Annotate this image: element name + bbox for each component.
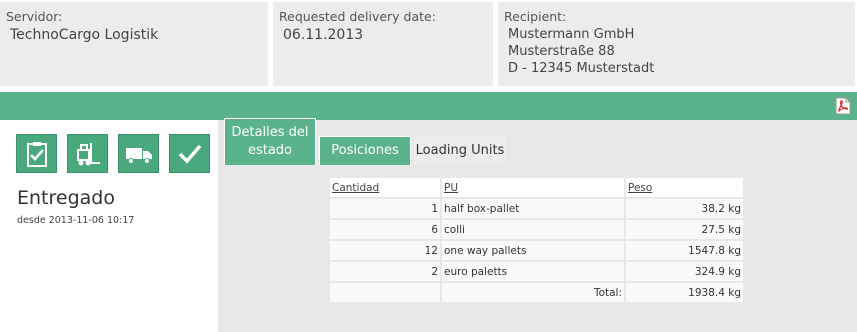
column-header-pu[interactable]: PU xyxy=(440,178,624,197)
servidor-box: Servidor: TechnoCargo Logistik xyxy=(0,2,268,86)
tab-posiciones[interactable]: Posiciones xyxy=(319,136,411,165)
tab-detalles-del-estado[interactable]: Detalles del estado xyxy=(224,118,316,165)
servidor-value: TechnoCargo Logistik xyxy=(10,27,159,43)
loading-units-table: Cantidad PU Peso 1 half box-pallet 38.2 … xyxy=(330,176,743,304)
cell-cantidad: 1 xyxy=(330,199,440,218)
cell-peso: 27.5 kg xyxy=(624,220,743,239)
status-timestamp: desde 2013-11-06 10:17 xyxy=(17,215,135,226)
clipboard-check-icon xyxy=(16,134,57,173)
column-header-peso[interactable]: Peso xyxy=(624,178,743,197)
recipient-line-street: Musterstraße 88 xyxy=(508,44,615,59)
table-header-row: Cantidad PU Peso xyxy=(330,178,743,197)
recipient-box: Recipient: Mustermann GmbH Musterstraße … xyxy=(498,2,855,86)
cell-cantidad: 12 xyxy=(330,241,440,260)
truck-icon xyxy=(118,134,159,173)
total-value: 1938.4 kg xyxy=(624,283,743,302)
cell-cantidad: 2 xyxy=(330,262,440,281)
section-band xyxy=(0,92,857,120)
status-title: Entregado xyxy=(17,187,115,209)
cell-cantidad: 6 xyxy=(330,220,440,239)
status-icon-row xyxy=(16,134,210,173)
status-panel: Entregado desde 2013-11-06 10:17 xyxy=(0,120,218,332)
cell-peso: 1547.8 kg xyxy=(624,241,743,260)
recipient-address: Mustermann GmbH Musterstraße 88 D - 1234… xyxy=(504,26,849,77)
cell-peso: 324.9 kg xyxy=(624,262,743,281)
delivery-date-label: Requested delivery date: xyxy=(279,9,436,24)
delivery-date-value: 06.11.2013 xyxy=(283,27,364,43)
cell-empty xyxy=(330,283,440,302)
cell-pu: euro paletts xyxy=(440,262,624,281)
table-total-row: Total: 1938.4 kg xyxy=(330,283,743,302)
servidor-label: Servidor: xyxy=(6,9,63,24)
pdf-icon[interactable] xyxy=(835,97,851,115)
table-row: 2 euro paletts 324.9 kg xyxy=(330,262,743,281)
checkmark-icon xyxy=(169,134,210,173)
recipient-line-city: D - 12345 Musterstadt xyxy=(508,61,655,76)
table-row: 6 colli 27.5 kg xyxy=(330,220,743,239)
delivery-date-box: Requested delivery date: 06.11.2013 xyxy=(273,2,493,86)
cell-pu: half box-pallet xyxy=(440,199,624,218)
cell-peso: 38.2 kg xyxy=(624,199,743,218)
table-row: 12 one way pallets 1547.8 kg xyxy=(330,241,743,260)
recipient-label: Recipient: xyxy=(504,9,567,24)
forklift-icon xyxy=(67,134,108,173)
recipient-line-name: Mustermann GmbH xyxy=(508,27,635,42)
cell-pu: one way pallets xyxy=(440,241,624,260)
details-panel: Detalles del estado Posiciones Loading U… xyxy=(218,118,857,332)
cell-pu: colli xyxy=(440,220,624,239)
tab-loading-units[interactable]: Loading Units xyxy=(414,136,506,165)
column-header-cantidad[interactable]: Cantidad xyxy=(330,178,440,197)
total-label: Total: xyxy=(440,283,624,302)
table-row: 1 half box-pallet 38.2 kg xyxy=(330,199,743,218)
